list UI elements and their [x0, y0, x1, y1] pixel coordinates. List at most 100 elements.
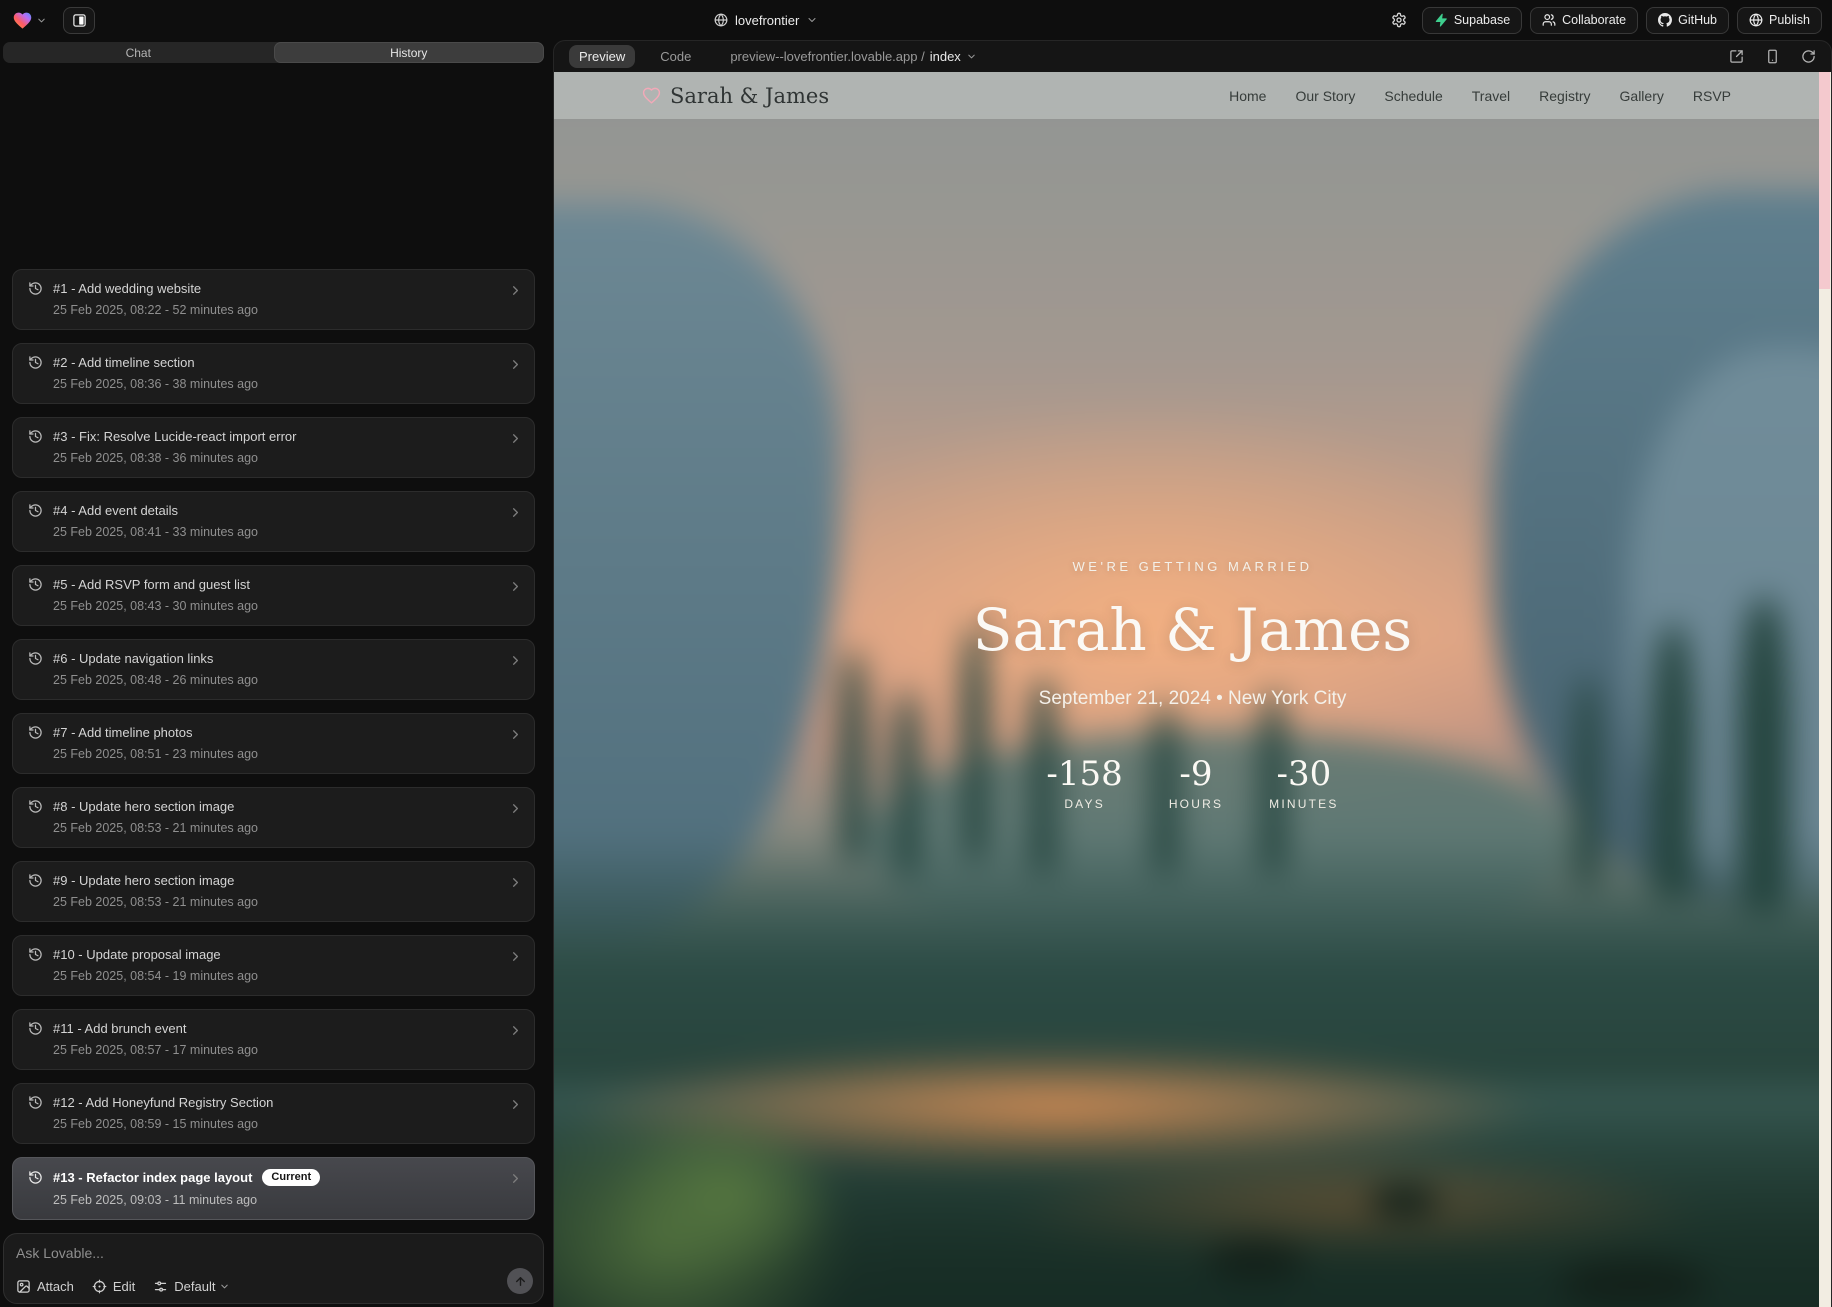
countdown-unit: -9 HOURS: [1169, 754, 1223, 811]
site-nav-link[interactable]: Our Story: [1295, 88, 1355, 104]
site-preview: Sarah & James Home Our Story Schedule Tr…: [554, 72, 1831, 1307]
history-item-title: #9 - Update hero section image: [53, 873, 234, 888]
history-item-timestamp: 25 Feb 2025, 08:59 - 15 minutes ago: [53, 1117, 500, 1131]
chevron-down-icon: [806, 14, 818, 26]
history-item-title: #7 - Add timeline photos: [53, 725, 192, 740]
preview-url[interactable]: preview--lovefrontier.lovable.app / inde…: [730, 49, 976, 64]
countdown-unit: -158 DAYS: [1046, 754, 1122, 811]
history-item[interactable]: #10 - Update proposal image 25 Feb 2025,…: [12, 935, 535, 996]
mode-selector[interactable]: Default: [153, 1279, 230, 1294]
chevron-right-icon[interactable]: [508, 727, 523, 742]
site-nav-link[interactable]: Schedule: [1384, 88, 1442, 104]
history-item-title: #2 - Add timeline section: [53, 355, 195, 370]
history-clock-icon: [28, 1021, 43, 1036]
collaborate-button[interactable]: Collaborate: [1530, 7, 1638, 34]
supabase-button[interactable]: Supabase: [1422, 7, 1522, 34]
chevron-right-icon[interactable]: [508, 1171, 523, 1186]
history-clock-icon: [28, 799, 43, 814]
history-clock-icon: [28, 577, 43, 592]
chevron-down-icon: [219, 1281, 230, 1292]
send-button[interactable]: [507, 1268, 533, 1294]
chevron-right-icon[interactable]: [508, 801, 523, 816]
history-item[interactable]: #6 - Update navigation links 25 Feb 2025…: [12, 639, 535, 700]
history-clock-icon: [28, 947, 43, 962]
site-header: Sarah & James Home Our Story Schedule Tr…: [554, 72, 1819, 119]
history-item-timestamp: 25 Feb 2025, 08:51 - 23 minutes ago: [53, 747, 500, 761]
attach-button[interactable]: Attach: [16, 1279, 74, 1294]
sidebar-tabs: Chat History: [3, 42, 544, 63]
sidebar-toggle-button[interactable]: [63, 7, 95, 34]
tab-code[interactable]: Code: [650, 45, 701, 68]
mobile-view-button[interactable]: [1765, 49, 1780, 64]
chevron-right-icon[interactable]: [508, 431, 523, 446]
history-item[interactable]: #9 - Update hero section image 25 Feb 20…: [12, 861, 535, 922]
history-item[interactable]: #2 - Add timeline section 25 Feb 2025, 0…: [12, 343, 535, 404]
history-item[interactable]: #1 - Add wedding website 25 Feb 2025, 08…: [12, 269, 535, 330]
publish-button[interactable]: Publish: [1737, 7, 1822, 34]
chevron-right-icon[interactable]: [508, 579, 523, 594]
open-in-new-tab-button[interactable]: [1729, 49, 1744, 64]
mode-label: Default: [174, 1279, 215, 1294]
countdown-value: -9: [1169, 754, 1223, 794]
site-nav-link[interactable]: Registry: [1539, 88, 1590, 104]
crosshair-icon: [92, 1279, 107, 1294]
settings-button[interactable]: [1384, 7, 1414, 34]
history-item[interactable]: #8 - Update hero section image 25 Feb 20…: [12, 787, 535, 848]
history-clock-icon: [28, 725, 43, 740]
history-item[interactable]: #12 - Add Honeyfund Registry Section 25 …: [12, 1083, 535, 1144]
history-item-title: #4 - Add event details: [53, 503, 178, 518]
tab-history[interactable]: History: [274, 42, 545, 63]
history-item-title: #13 - Refactor index page layout: [53, 1170, 252, 1185]
preview-toolbar: Preview Code preview--lovefrontier.lovab…: [554, 41, 1831, 72]
history-item[interactable]: #3 - Fix: Resolve Lucide-react import er…: [12, 417, 535, 478]
history-item-title: #6 - Update navigation links: [53, 651, 213, 666]
history-item-timestamp: 25 Feb 2025, 08:38 - 36 minutes ago: [53, 451, 500, 465]
publish-globe-icon: [1749, 13, 1763, 27]
image-icon: [16, 1279, 31, 1294]
history-item[interactable]: #5 - Add RSVP form and guest list 25 Feb…: [12, 565, 535, 626]
chevron-right-icon[interactable]: [508, 653, 523, 668]
chevron-right-icon[interactable]: [508, 505, 523, 520]
history-item-timestamp: 25 Feb 2025, 08:41 - 33 minutes ago: [53, 525, 500, 539]
countdown-label: DAYS: [1046, 797, 1122, 811]
github-button[interactable]: GitHub: [1646, 7, 1729, 34]
chevron-right-icon[interactable]: [508, 949, 523, 964]
site-logo[interactable]: Sarah & James: [642, 84, 829, 108]
project-selector[interactable]: lovefrontier: [714, 0, 818, 40]
site-scrollbar-thumb[interactable]: [1819, 72, 1830, 289]
site-scrollbar[interactable]: [1819, 72, 1831, 1307]
history-item[interactable]: #7 - Add timeline photos 25 Feb 2025, 08…: [12, 713, 535, 774]
site-nav-link[interactable]: Home: [1229, 88, 1266, 104]
collaborate-label: Collaborate: [1562, 13, 1626, 27]
chevron-right-icon[interactable]: [508, 875, 523, 890]
tab-chat[interactable]: Chat: [3, 42, 274, 63]
history-clock-icon: [28, 873, 43, 888]
history-item-timestamp: 25 Feb 2025, 09:03 - 11 minutes ago: [53, 1193, 500, 1207]
history-item-timestamp: 25 Feb 2025, 08:36 - 38 minutes ago: [53, 377, 500, 391]
preview-panel: Preview Code preview--lovefrontier.lovab…: [553, 40, 1832, 1307]
chevron-right-icon[interactable]: [508, 1023, 523, 1038]
users-icon: [1542, 13, 1556, 27]
history-clock-icon: [28, 355, 43, 370]
history-item[interactable]: #4 - Add event details 25 Feb 2025, 08:4…: [12, 491, 535, 552]
history-item-timestamp: 25 Feb 2025, 08:22 - 52 minutes ago: [53, 303, 500, 317]
history-item[interactable]: #11 - Add brunch event 25 Feb 2025, 08:5…: [12, 1009, 535, 1070]
prompt-input[interactable]: [16, 1245, 436, 1265]
site-nav-link[interactable]: Travel: [1472, 88, 1510, 104]
chevron-right-icon[interactable]: [508, 357, 523, 372]
history-item-title: #12 - Add Honeyfund Registry Section: [53, 1095, 273, 1110]
left-sidebar: Chat History #1 - Add wedding website 25…: [0, 40, 547, 1307]
lovable-logo-menu[interactable]: [10, 8, 49, 33]
edit-select-button[interactable]: Edit: [92, 1279, 135, 1294]
tab-preview[interactable]: Preview: [569, 45, 635, 68]
chevron-right-icon[interactable]: [508, 283, 523, 298]
site-nav-link[interactable]: Gallery: [1620, 88, 1664, 104]
history-item[interactable]: #13 - Refactor index page layout Current…: [12, 1157, 535, 1220]
chevron-right-icon[interactable]: [508, 1097, 523, 1112]
github-label: GitHub: [1678, 13, 1717, 27]
site-nav-link[interactable]: RSVP: [1693, 88, 1731, 104]
refresh-button[interactable]: [1801, 49, 1816, 64]
history-item-title: #1 - Add wedding website: [53, 281, 201, 296]
history-item-title: #8 - Update hero section image: [53, 799, 234, 814]
heart-outline-icon: [642, 86, 661, 105]
